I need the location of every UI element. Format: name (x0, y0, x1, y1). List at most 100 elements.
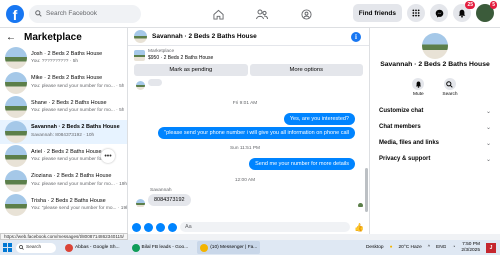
menu-grid-button[interactable] (407, 4, 425, 22)
message-thread: Fri 9:01 AM Yes, are you interested? "pl… (128, 79, 369, 207)
message-input[interactable]: Aa (180, 222, 351, 232)
messenger-button[interactable] (430, 4, 448, 22)
notification-count-badge: 25 (465, 1, 475, 9)
details-title: Savannah · 2 Beds 2 Baths House (380, 61, 490, 68)
chat-pane: Savannah · 2 Beds 2 Baths House i Market… (128, 28, 370, 234)
profile-avatar[interactable]: 5 (476, 1, 497, 22)
listing-avatar (422, 33, 448, 59)
bell-icon (458, 9, 466, 18)
mark-as-pending-button[interactable]: Mark as pending (134, 64, 248, 76)
listing-thumbnail (5, 71, 27, 94)
grid-icon (412, 9, 420, 17)
chat-header: Savannah · 2 Beds 2 Baths House i (128, 28, 369, 46)
language-indicator[interactable]: ENG (436, 245, 446, 250)
taskbar-app-messenger[interactable]: (10) Messenger | Fa... (197, 241, 261, 254)
windows-start-icon[interactable] (3, 243, 12, 252)
windows-taskbar: Search Abbas - Google Sh... Bilal FB lea… (0, 240, 500, 255)
conversation-preview: You: please send your number for mo... ·… (31, 83, 125, 89)
taskbar-app-fb-leads[interactable]: Bilal FB leads - Goo... (129, 241, 192, 254)
listing-price: $950 · 2 Beds 2 Baths House (148, 55, 214, 61)
conversation-preview: You: "please send your number for mo... … (31, 206, 127, 212)
sticker-icon[interactable] (156, 222, 165, 232)
contact-avatar (136, 81, 145, 90)
app-logo-icon[interactable]: J (486, 242, 496, 253)
message-composer: Aa 👍 (128, 220, 370, 234)
desktop-toolbar[interactable]: Desktop (366, 245, 384, 250)
system-tray: Desktop ● 20°C Haze ^ ENG ◔ 7:50 PM 2/3/… (366, 240, 496, 255)
listing-thumbnail (134, 50, 145, 61)
wifi-icon[interactable]: ◔ (452, 245, 455, 250)
conversation-item-zioziana[interactable]: Zioziana · 2 Beds 2 Baths House You: ple… (0, 169, 127, 194)
chat-avatar[interactable] (134, 30, 147, 43)
home-icon[interactable] (196, 0, 240, 28)
customize-chat-section[interactable]: Customize chat ⌄ (370, 103, 500, 119)
conversation-title: Shane · 2 Beds 2 Baths House (31, 99, 107, 106)
listing-thumbnail (5, 194, 27, 217)
link-status-url: https://web.facebook.com/messages/t/8008… (0, 233, 128, 240)
conversation-item-savannah[interactable]: Savannah · 2 Beds 2 Baths House Savannah… (0, 119, 127, 144)
timestamp: Sun 11:51 PM (229, 146, 261, 151)
conversation-preview: Savannah: 8084373192 · 10h (31, 132, 95, 138)
conversation-preview: You: please send your number fo... (31, 157, 106, 163)
message-bubble-outgoing[interactable]: Yes, are you interested? (283, 113, 355, 125)
taskbar-search[interactable]: Search (16, 242, 56, 253)
listing-thumbnail (5, 120, 27, 143)
search-conversation-button[interactable]: Search (442, 78, 458, 97)
sender-name: Savannah (150, 188, 172, 193)
messenger-icon (435, 9, 443, 17)
back-arrow-icon[interactable]: ← (6, 32, 16, 43)
taskbar-app-google-sheets[interactable]: Abbas - Google Sh... (62, 241, 123, 254)
conversation-item-josh[interactable]: Josh · 2 Beds 2 Baths House You: ???????… (0, 46, 127, 71)
conversation-details-panel: Savannah · 2 Beds 2 Baths House Mute Sea… (370, 28, 500, 234)
gif-icon[interactable] (168, 222, 177, 232)
marketplace-header: ← Marketplace (0, 28, 127, 46)
privacy-support-section[interactable]: Privacy & support ⌄ (370, 151, 500, 167)
more-options-button[interactable]: More options (249, 64, 363, 76)
conversation-item-trisha[interactable]: Trisha · 2 Beds 2 Baths House You: "plea… (0, 193, 127, 218)
clock[interactable]: 7:50 PM 2/3/2025 (461, 242, 480, 253)
listing-thumbnail (5, 145, 27, 168)
contact-avatar (136, 199, 145, 207)
listing-thumbnail (5, 47, 27, 70)
conversation-title: Mike · 2 Beds 2 Baths House (31, 75, 103, 82)
more-options-icon[interactable]: ••• (101, 149, 115, 163)
plus-icon[interactable] (132, 222, 141, 232)
chat-members-section[interactable]: Chat members ⌄ (370, 119, 500, 135)
chrome-icon (131, 243, 140, 252)
timestamp: 12:00 AM (234, 178, 256, 183)
chrome-icon (200, 243, 209, 252)
details-actions: Mute Search (370, 78, 500, 97)
conversation-item-mike[interactable]: Mike · 2 Beds 2 Baths House You: please … (0, 71, 127, 96)
chat-title[interactable]: Savannah · 2 Beds 2 Baths House (152, 33, 257, 40)
conversation-title: Savannah · 2 Beds 2 Baths House (31, 124, 120, 131)
friends-icon[interactable] (240, 0, 284, 28)
media-files-links-section[interactable]: Media, files and links ⌄ (370, 135, 500, 151)
chevron-up-icon[interactable]: ^ (428, 245, 430, 250)
weather-text[interactable]: 20°C Haze (398, 245, 421, 250)
chevron-down-icon: ⌄ (485, 108, 491, 115)
search-icon (35, 10, 42, 17)
chrome-icon (65, 243, 73, 252)
message-bubble-incoming (148, 79, 162, 86)
thumbs-up-icon[interactable]: 👍 (354, 223, 364, 232)
marketplace-conversation-list: ← Marketplace Josh · 2 Beds 2 Baths Hous… (0, 28, 128, 234)
mute-button[interactable]: Mute (412, 78, 425, 97)
message-bubble-outgoing[interactable]: "please send your phone number i will gi… (158, 127, 355, 139)
facebook-logo[interactable]: f (6, 4, 24, 23)
notifications-button[interactable]: 25 (453, 1, 475, 22)
message-bubble-outgoing[interactable]: Send me your number for more details (249, 158, 355, 170)
conversation-item-ariel[interactable]: Ariel · 2 Beds 2 Baths House You: please… (0, 144, 127, 169)
listing-thumbnail (5, 169, 27, 192)
marketplace-listing-card[interactable]: Marketplace $950 · 2 Beds 2 Baths House (128, 46, 369, 61)
groups-icon[interactable] (284, 0, 328, 28)
chat-scrollbar[interactable] (365, 168, 368, 212)
image-icon[interactable] (144, 222, 153, 232)
conversation-preview: You: ?????????? · 5h (31, 59, 79, 65)
message-bubble-incoming[interactable]: 8084373192 (148, 194, 191, 206)
conversation-item-shane[interactable]: Shane · 2 Beds 2 Baths House You: please… (0, 95, 127, 120)
find-friends-button[interactable]: Find friends (352, 4, 402, 22)
top-bar: f Search Facebook Find friends 25 5 (0, 0, 500, 28)
info-icon[interactable]: i (351, 32, 361, 42)
search-input[interactable]: Search Facebook (29, 4, 141, 23)
search-icon (19, 245, 24, 250)
